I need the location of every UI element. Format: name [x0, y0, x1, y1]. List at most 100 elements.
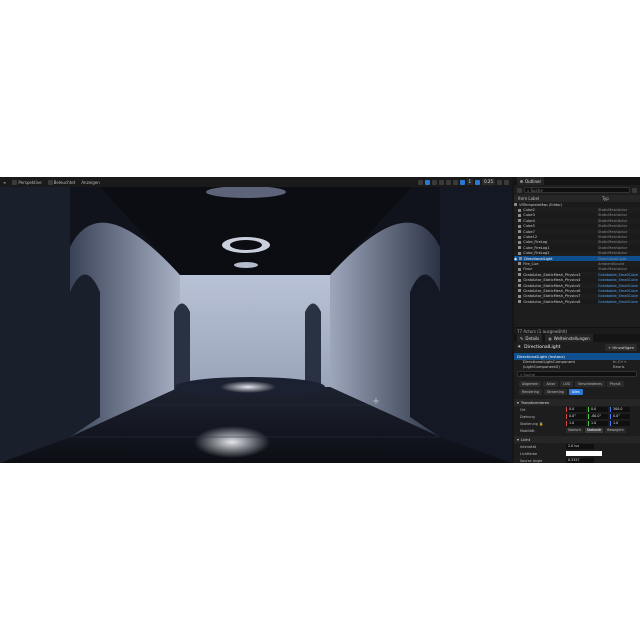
list-item[interactable]: Cube3 StaticMeshActor — [514, 212, 640, 219]
details-icon: ✎ — [520, 335, 524, 341]
rotation-row: Drehung 0.0° -60.0° 0.0° — [514, 413, 640, 420]
list-item[interactable]: Cube_FireLog2 StaticMeshActor — [514, 251, 640, 256]
category-button[interactable]: Streaming — [543, 389, 567, 395]
outliner-header: Item Label Typ — [514, 195, 640, 202]
list-item[interactable]: Cube12 StaticMeshActor — [514, 234, 640, 240]
mesh-icon — [518, 208, 522, 212]
mesh-icon — [518, 230, 522, 234]
list-item[interactable]: GrabActor_StaticMesh_Physics4 Grabbable_S… — [514, 277, 640, 283]
scale-z-field[interactable]: 1.0 — [610, 421, 630, 426]
location-z-field[interactable]: 300.0 — [610, 407, 630, 412]
camera-icon — [12, 179, 18, 185]
lock-icon[interactable]: 🔒 — [539, 422, 543, 426]
gear-icon[interactable] — [632, 187, 637, 193]
tab-world-settings[interactable]: ◍ Welteinstellungen — [545, 334, 593, 342]
list-item[interactable]: Cube2 StaticMeshActor — [514, 207, 640, 212]
list-item[interactable]: Cube_FireLog StaticMeshActor — [514, 240, 640, 245]
select-icon[interactable] — [417, 179, 423, 185]
category-button[interactable]: Verschiedenes — [575, 381, 605, 387]
rotation-snap-icon[interactable] — [475, 179, 481, 185]
list-item[interactable]: GrabActor_StaticMesh_Physics8 Grabbable_S… — [514, 299, 640, 305]
column-item-label[interactable]: Item Label — [518, 196, 602, 201]
category-button[interactable]: Rendering — [519, 389, 542, 395]
scale-icon[interactable] — [438, 179, 444, 185]
filter-icon[interactable] — [517, 187, 522, 193]
mesh-icon — [518, 235, 522, 239]
perspective-button[interactable]: Perspektive — [12, 179, 42, 185]
column-type[interactable]: Typ — [602, 196, 609, 201]
list-item[interactable]: Cube4 StaticMeshActor — [514, 218, 640, 223]
mesh-icon — [518, 267, 522, 271]
actor-name[interactable]: DirectionalLight — [524, 345, 560, 350]
list-item[interactable]: GrabActor_StaticMesh_Physics6 Grabbable_S… — [514, 288, 640, 294]
actor-header: ☀ DirectionalLight + Hinzufügen — [514, 342, 640, 353]
category-button-active[interactable]: Alles — [568, 389, 583, 395]
list-item-selected[interactable]: ◉ DirectionalLight DirectionalLight — [514, 255, 640, 262]
location-x-field[interactable]: 0.0 — [566, 407, 586, 412]
list-item[interactable]: Cube5 StaticMeshActor — [514, 223, 640, 229]
list-item[interactable]: Floor StaticMeshActor — [514, 266, 640, 273]
rotation-y-field[interactable]: -60.0° — [588, 414, 608, 419]
translate-icon[interactable] — [424, 179, 430, 185]
edit-cpp-link[interactable]: In C++ Bearb. — [613, 359, 640, 369]
editor-window: ≡ Perspektive Beleuchtet Anzeigen 1 0.25 — [0, 177, 640, 463]
show-menu-button[interactable]: Anzeigen — [81, 180, 99, 185]
mesh-icon — [518, 213, 522, 217]
actor-icon — [518, 294, 522, 298]
list-item[interactable]: Cube7 StaticMeshActor — [514, 229, 640, 234]
category-button[interactable]: Allgemein — [519, 381, 542, 387]
viewport-toolbar: ≡ Perspektive Beleuchtet Anzeigen 1 0.25 — [0, 177, 512, 187]
scale-row: Skalierung 🔒 1.0 1.0 1.0 — [514, 420, 640, 427]
category-button[interactable]: Physik — [606, 381, 624, 387]
globe-icon: ◍ — [548, 335, 552, 341]
location-y-field[interactable]: 0.0 — [588, 407, 608, 412]
camera-speed-icon[interactable] — [497, 179, 502, 185]
world-space-icon[interactable] — [445, 179, 451, 185]
actor-icon — [518, 273, 522, 277]
scale-y-field[interactable]: 1.0 — [588, 421, 608, 426]
tab-details[interactable]: ✎ Details — [517, 334, 543, 342]
section-transform[interactable]: ▾ Transformieren — [514, 399, 640, 406]
list-item[interactable]: Cube_FireLog1 StaticMeshActor — [514, 245, 640, 251]
list-item[interactable]: GrabActor_StaticMesh_Physics5 Grabbable_S… — [514, 283, 640, 288]
add-component-button[interactable]: + Hinzufügen — [605, 344, 637, 351]
category-button[interactable]: LOD — [560, 381, 574, 387]
maximize-icon[interactable] — [504, 179, 509, 185]
grid-snap-icon[interactable] — [459, 179, 465, 185]
side-panels: Outliner ⌕ Suche Item Label Typ VRTempla… — [514, 177, 640, 463]
outliner-list: VRTemplateMap (Editor) Cube2 StaticMeshAc… — [514, 202, 640, 327]
mobility-stationary-button[interactable]: Stationär — [584, 428, 604, 433]
rotate-icon[interactable] — [431, 179, 437, 185]
mesh-icon — [518, 246, 522, 250]
section-light[interactable]: ▾ Licht — [514, 436, 640, 443]
source-angle-row: Source Angle 0.5357 — [514, 457, 640, 463]
details-search-input[interactable]: ⌕ Suche — [517, 371, 637, 377]
viewport-menu-button[interactable]: ≡ — [3, 180, 6, 185]
grid-snap-value[interactable]: 1 — [466, 179, 474, 185]
list-item[interactable]: GrabActor_StaticMesh_Physics7 Grabbable_S… — [514, 294, 640, 299]
category-button[interactable]: Actor — [543, 381, 559, 387]
rotation-x-field[interactable]: 0.0° — [566, 414, 586, 419]
intensity-field[interactable]: 2.0 lux — [566, 444, 594, 449]
lighting-mode-button[interactable]: Beleuchtet — [47, 179, 75, 185]
surface-snap-icon[interactable] — [452, 179, 458, 185]
scale-x-field[interactable]: 1.0 — [566, 421, 586, 426]
tab-outliner[interactable]: Outliner — [517, 177, 545, 185]
mesh-icon — [518, 224, 522, 228]
map-icon — [514, 203, 517, 207]
details-tabbar: ✎ Details ◍ Welteinstellungen — [514, 334, 640, 342]
mobility-movable-button[interactable]: Beweglich — [605, 428, 626, 433]
mobility-static-button[interactable]: Statisch — [566, 428, 583, 433]
scene-render — [0, 187, 512, 463]
outliner-search-input[interactable]: ⌕ Suche — [524, 187, 630, 193]
list-item[interactable]: GrabActor_StaticMesh_Physics3 Grabbable_S… — [514, 272, 640, 277]
scale-snap-value[interactable]: 0.25 — [482, 179, 495, 185]
eye-icon[interactable]: ◉ — [514, 257, 517, 261]
component-item[interactable]: DirectionalLightComponent (LightComponen… — [514, 359, 640, 369]
light-color-row: Lichtfarbe — [514, 450, 640, 457]
list-item[interactable]: Fire_Cue AmbientSound — [514, 261, 640, 266]
level-viewport[interactable]: ≡ Perspektive Beleuchtet Anzeigen 1 0.25 — [0, 177, 512, 463]
light-color-swatch[interactable] — [566, 451, 602, 456]
source-angle-field[interactable]: 0.5357 — [566, 458, 594, 463]
rotation-z-field[interactable]: 0.0° — [610, 414, 630, 419]
